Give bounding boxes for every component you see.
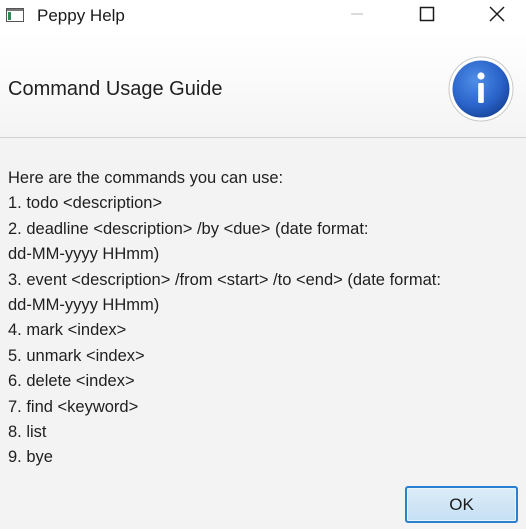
title-bar[interactable]: Peppy Help [0,0,526,32]
help-content: Here are the commands you can use: 1. to… [8,166,518,471]
close-icon [489,6,505,27]
ok-button[interactable]: OK [405,486,518,523]
command-line: 8. list [8,423,47,442]
command-line: 9. bye [8,448,53,467]
close-button[interactable] [474,0,520,32]
help-dialog-window: Peppy Help Command Usage Guide Here are … [0,0,526,529]
maximize-icon [419,6,435,27]
command-line: 3. event <description> /from <start> /to… [8,270,441,289]
command-line: dd-MM-yyyy HHmm) [8,296,160,315]
intro-text: Here are the commands you can use: [8,169,284,187]
window-title: Peppy Help [37,6,125,25]
command-line: dd-MM-yyyy HHmm) [8,245,160,264]
minimize-button[interactable] [334,0,380,32]
command-line: 5. unmark <index> [8,346,145,365]
command-line: 4. mark <index> [8,321,127,340]
command-line: 7. find <keyword> [8,397,139,416]
command-line: 6. delete <index> [8,372,135,391]
header-title: Command Usage Guide [8,78,223,100]
command-line: 1. todo <description> [8,194,163,213]
app-window-icon [6,8,24,22]
maximize-button[interactable] [404,0,450,32]
dialog-header: Command Usage Guide [0,32,526,138]
command-line: 2. deadline <description> /by <due> (dat… [8,219,369,238]
minimize-icon [350,7,364,26]
info-icon [448,56,514,122]
